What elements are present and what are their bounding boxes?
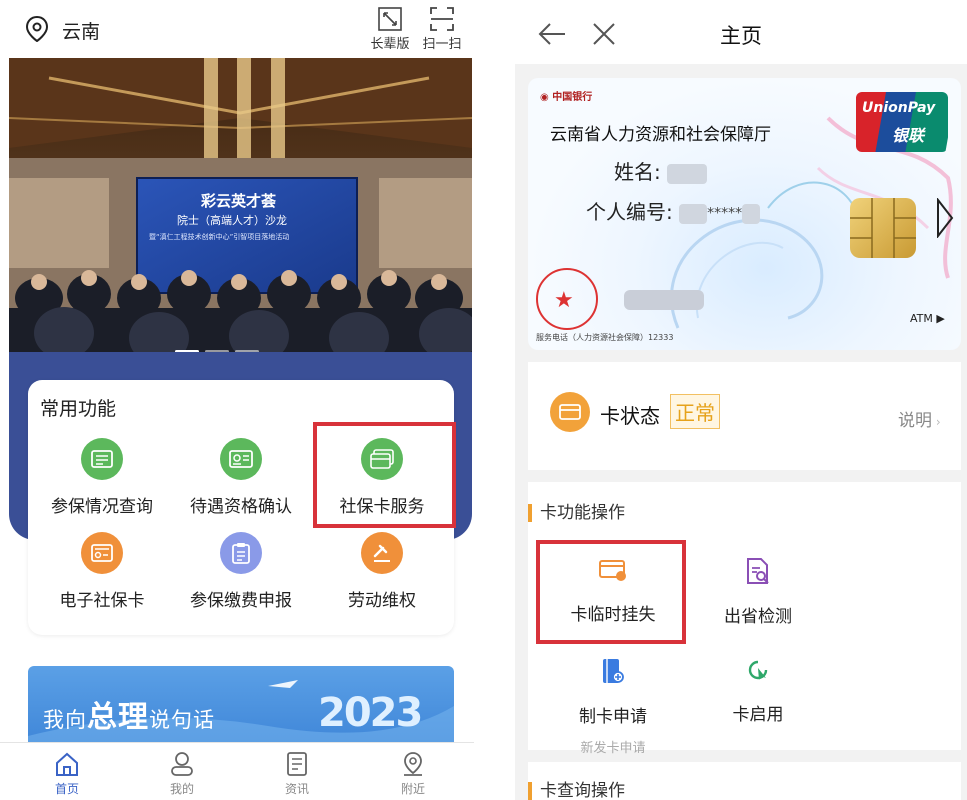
card-arrow-icon [937,198,954,238]
elder-mode-button[interactable]: 长辈版 [360,6,420,56]
location-pin-icon[interactable] [26,16,48,42]
bottom-tab-bar: 首页 我的 资讯 附近 [0,742,474,800]
news-banner[interactable]: 彩云英才荟 院士（高端人才）沙龙 暨“滇仁工程技术创新中心”引智项目落地活动 [9,58,472,358]
card-enable-icon [748,660,768,680]
elder-mode-label: 长辈版 [370,37,410,52]
promo-year: 2023 [318,690,423,736]
card-chip [850,198,916,258]
seal-star-icon: ★ [554,288,574,313]
promo-banner[interactable]: 我向总理说句话 2023 [28,666,454,746]
card-query-section: 卡查询操作 [528,762,961,800]
scan-icon [430,7,454,31]
social-security-card: ◉ 中国银行 云南省人力资源和社会保障厅 姓名: 个人编号: ***** Uni… [528,78,961,350]
e-card-icon [81,532,123,574]
function-payment-declare[interactable]: 参保缴费申报 [171,532,311,611]
location-label[interactable]: 云南 [62,17,100,44]
atm-label: ATM ▶ [910,312,945,325]
card-issuer: 云南省人力资源和社会保障厅 [550,125,771,145]
page-header: 主页 [515,0,967,64]
insurance-query-icon [81,438,123,480]
card-status-label: 卡状态 [600,404,660,428]
service-phone: 服务电话（人力资源社会保障）12333 [536,333,674,342]
right-phone-screen: 主页 ◉ 中国银行 云南省人力资源和社会保障厅 姓名: 个人编号: ***** … [515,0,967,800]
function-labor-rights[interactable]: 劳动维权 [312,532,452,611]
card-status-badge: 正常 [670,394,720,429]
province-check-icon [747,558,769,584]
card-query-title: 卡查询操作 [528,782,625,800]
tab-news[interactable]: 资讯 [262,751,332,797]
op-card-enable[interactable]: 卡启用 [688,658,828,725]
promo-slogan: 我向总理说句话 [43,700,215,735]
card-id-row: 个人编号: ***** [586,196,761,225]
scan-button[interactable]: 扫一扫 [412,6,472,56]
banner-screen-title: 彩云英才荟 [201,192,277,210]
op-card-apply[interactable]: 制卡申请 新发卡申请 [543,658,683,756]
card-name-row: 姓名: [614,156,708,185]
op-province-check[interactable]: 出省检测 [688,558,828,627]
banner-pagination [175,338,295,353]
banner-screen-subtitle: 院士（高端人才）沙龙 [177,214,287,227]
card-status-section: 卡状态 正常 说明 › [528,362,961,470]
home-icon [56,752,78,776]
tab-nearby[interactable]: 附近 [378,751,448,797]
profile-icon [171,752,193,776]
tab-profile[interactable]: 我的 [147,751,217,797]
function-e-card[interactable]: 电子社保卡 [32,532,172,611]
card-number-redacted [624,290,704,310]
scan-label: 扫一扫 [422,37,462,52]
common-functions-title: 常用功能 [40,398,117,420]
function-benefit-confirm[interactable]: 待遇资格确认 [171,438,311,517]
card-apply-icon [603,659,624,683]
highlight-card-loss-report [536,540,686,644]
page-title: 主页 [720,24,762,48]
news-icon [287,752,307,776]
bank-logo: ◉ 中国银行 [540,92,593,103]
payment-declare-icon [220,532,262,574]
expand-icon [378,7,402,31]
top-bar: 云南 长辈版 扫一扫 [0,0,474,58]
card-operations-section: 卡功能操作 卡临时挂失 出省检测 制卡申请 新发卡申请 卡启用 [528,482,961,756]
name-redacted [667,163,708,184]
banner-screen-line: 暨“滇仁工程技术创新中心”引智项目落地活动 [149,233,290,241]
status-help-link[interactable]: 说明 › [898,406,941,431]
card-status-icon [550,392,590,432]
nearby-icon [404,752,422,776]
left-phone-screen: 云南 长辈版 扫一扫 彩云英才荟 院士（高端人才）沙龙 暨“滇仁工程技术创新中心… [0,0,474,800]
labor-rights-icon [361,532,403,574]
tab-home[interactable]: 首页 [32,751,102,797]
function-insurance-query[interactable]: 参保情况查询 [32,438,172,517]
unionpay-logo: UnionPay 银联 [856,92,948,152]
benefit-confirm-icon [220,438,262,480]
card-operations-title: 卡功能操作 [528,504,625,522]
highlight-card-service [313,422,456,528]
